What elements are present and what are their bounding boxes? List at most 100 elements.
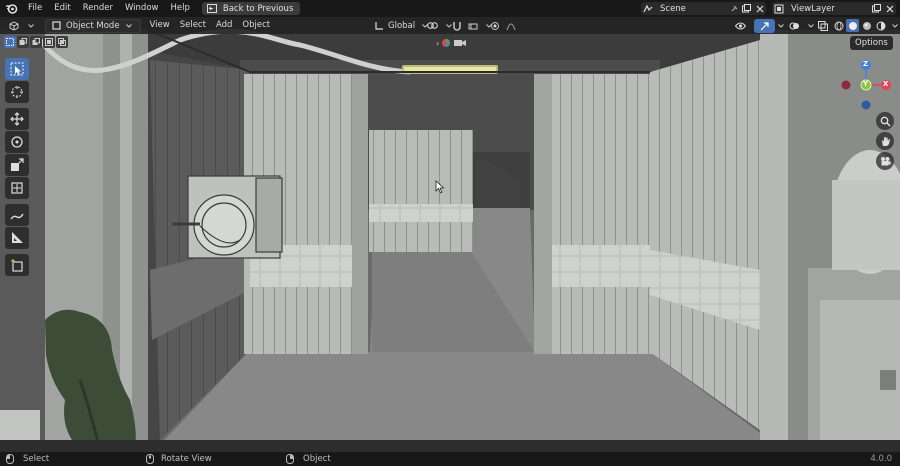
status-select: Select — [6, 452, 49, 466]
measure-tool[interactable] — [5, 227, 29, 249]
annotate-tool[interactable] — [5, 204, 29, 226]
rendered-shading-icon[interactable] — [874, 19, 887, 32]
rotate-icon — [11, 136, 23, 148]
select-invert-button[interactable] — [43, 36, 55, 48]
viewport-header: Object Mode View Select Add Object Globa… — [0, 17, 900, 34]
magnet-icon — [450, 19, 463, 32]
chevron-down-icon — [24, 19, 37, 32]
wireframe-shading-icon[interactable] — [832, 19, 845, 32]
add-cube-icon — [11, 259, 23, 272]
camera-view-icon[interactable] — [876, 152, 894, 170]
pivot-link-icon — [426, 19, 439, 32]
pin-icon[interactable] — [727, 2, 740, 15]
select-extend-button[interactable] — [17, 36, 29, 48]
cursor-tool[interactable] — [5, 81, 29, 103]
status-object-label: Object — [303, 454, 331, 464]
view-layer-selector[interactable]: ViewLayer — [772, 2, 896, 15]
scene-icon — [641, 2, 654, 15]
scale-icon — [11, 158, 24, 171]
editor-type-dropdown[interactable] — [4, 19, 41, 33]
overlay-circles-icon — [788, 19, 801, 32]
zoom-icon[interactable] — [876, 112, 894, 130]
3d-viewport[interactable]: X Z Y — [0, 17, 900, 452]
falloff-curve-icon — [504, 19, 517, 32]
eye-icon — [734, 19, 747, 32]
top-bar: File Edit Render Window Help Back to Pre… — [0, 0, 900, 17]
pan-hand-icon[interactable] — [876, 132, 894, 150]
menu-object[interactable]: Object — [237, 17, 275, 34]
gizmo-x-label: X — [883, 80, 889, 88]
chevron-right-icon: › — [436, 38, 440, 48]
menu-select[interactable]: Select — [175, 17, 211, 34]
solid-shading-icon[interactable] — [846, 19, 859, 32]
version-label: 4.0.0 — [870, 454, 892, 464]
menu-file[interactable]: File — [22, 0, 48, 17]
collection-preview-icons: › — [436, 38, 467, 48]
select-subtract-button[interactable] — [30, 36, 42, 48]
mouse-left-icon — [6, 454, 14, 464]
status-rotate-label: Rotate View — [161, 454, 212, 464]
chevron-down-icon — [123, 19, 136, 32]
delete-scene-icon[interactable] — [753, 2, 766, 15]
snap-target-icon — [466, 19, 479, 32]
screen-back-icon — [206, 2, 219, 15]
scene-selector[interactable]: Scene — [641, 2, 766, 15]
selection-mode-buttons — [4, 36, 68, 50]
select-box-tool[interactable] — [5, 58, 29, 80]
status-bar: Select Rotate View Object 4.0.0 — [0, 452, 900, 466]
proportional-dot-icon — [488, 19, 501, 32]
transform-tool[interactable] — [5, 177, 29, 199]
view-layer-icon — [772, 2, 785, 15]
delete-view-layer-icon[interactable] — [883, 2, 896, 15]
mode-dropdown[interactable]: Object Mode — [45, 18, 141, 33]
mode-label: Object Mode — [66, 20, 120, 31]
scene-render — [0, 17, 900, 452]
back-to-previous-label: Back to Previous — [222, 3, 294, 14]
blender-logo-icon[interactable] — [0, 0, 22, 17]
status-object: Object — [286, 452, 331, 466]
mouse-right-icon — [286, 454, 294, 464]
status-rotate: Rotate View — [146, 452, 212, 466]
menu-add[interactable]: Add — [211, 17, 237, 34]
move-arrows-icon — [10, 112, 24, 126]
status-select-label: Select — [23, 454, 50, 464]
mouse-pointer-icon — [435, 180, 445, 194]
chevron-down-icon[interactable] — [888, 19, 900, 32]
add-cube-tool[interactable] — [5, 254, 29, 276]
select-cursor-icon — [10, 62, 24, 76]
camera-object-icon — [454, 40, 467, 46]
scene-name[interactable]: Scene — [660, 4, 727, 14]
gizmo-y-label: Y — [863, 80, 869, 88]
wall-fan — [172, 175, 283, 259]
menu-edit[interactable]: Edit — [48, 0, 76, 17]
select-new-button[interactable] — [4, 36, 16, 48]
back-to-previous-button[interactable]: Back to Previous — [201, 2, 301, 15]
ruler-icon — [12, 232, 23, 243]
view-layer-name[interactable]: ViewLayer — [791, 4, 870, 14]
menu-window[interactable]: Window — [119, 0, 165, 17]
tool-shelf — [5, 58, 31, 277]
rotate-tool[interactable] — [5, 131, 29, 153]
new-scene-icon[interactable] — [740, 2, 753, 15]
shading-modes[interactable] — [828, 19, 900, 33]
scale-tool[interactable] — [5, 154, 29, 176]
3d-cursor-icon — [11, 86, 23, 98]
menu-help[interactable]: Help — [164, 0, 195, 17]
object-mode-icon — [50, 19, 63, 32]
new-view-layer-icon[interactable] — [870, 2, 883, 15]
annotate-pencil-icon — [10, 213, 24, 220]
transform-icon — [11, 182, 23, 194]
material-shading-icon[interactable] — [860, 19, 873, 32]
global-axes-icon — [372, 19, 385, 32]
mouse-middle-icon — [146, 454, 154, 464]
gizmo-z-label: Z — [863, 60, 869, 68]
3d-viewport-icon — [8, 19, 21, 32]
menu-view[interactable]: View — [145, 17, 175, 34]
orientation-label: Global — [388, 20, 416, 31]
menu-render[interactable]: Render — [77, 0, 119, 17]
proportional-editing-toggle[interactable] — [484, 19, 521, 33]
move-tool[interactable] — [5, 108, 29, 130]
options-dropdown[interactable]: Options — [850, 36, 893, 50]
material-ball-icon — [442, 39, 451, 47]
select-intersect-button[interactable] — [56, 36, 68, 48]
